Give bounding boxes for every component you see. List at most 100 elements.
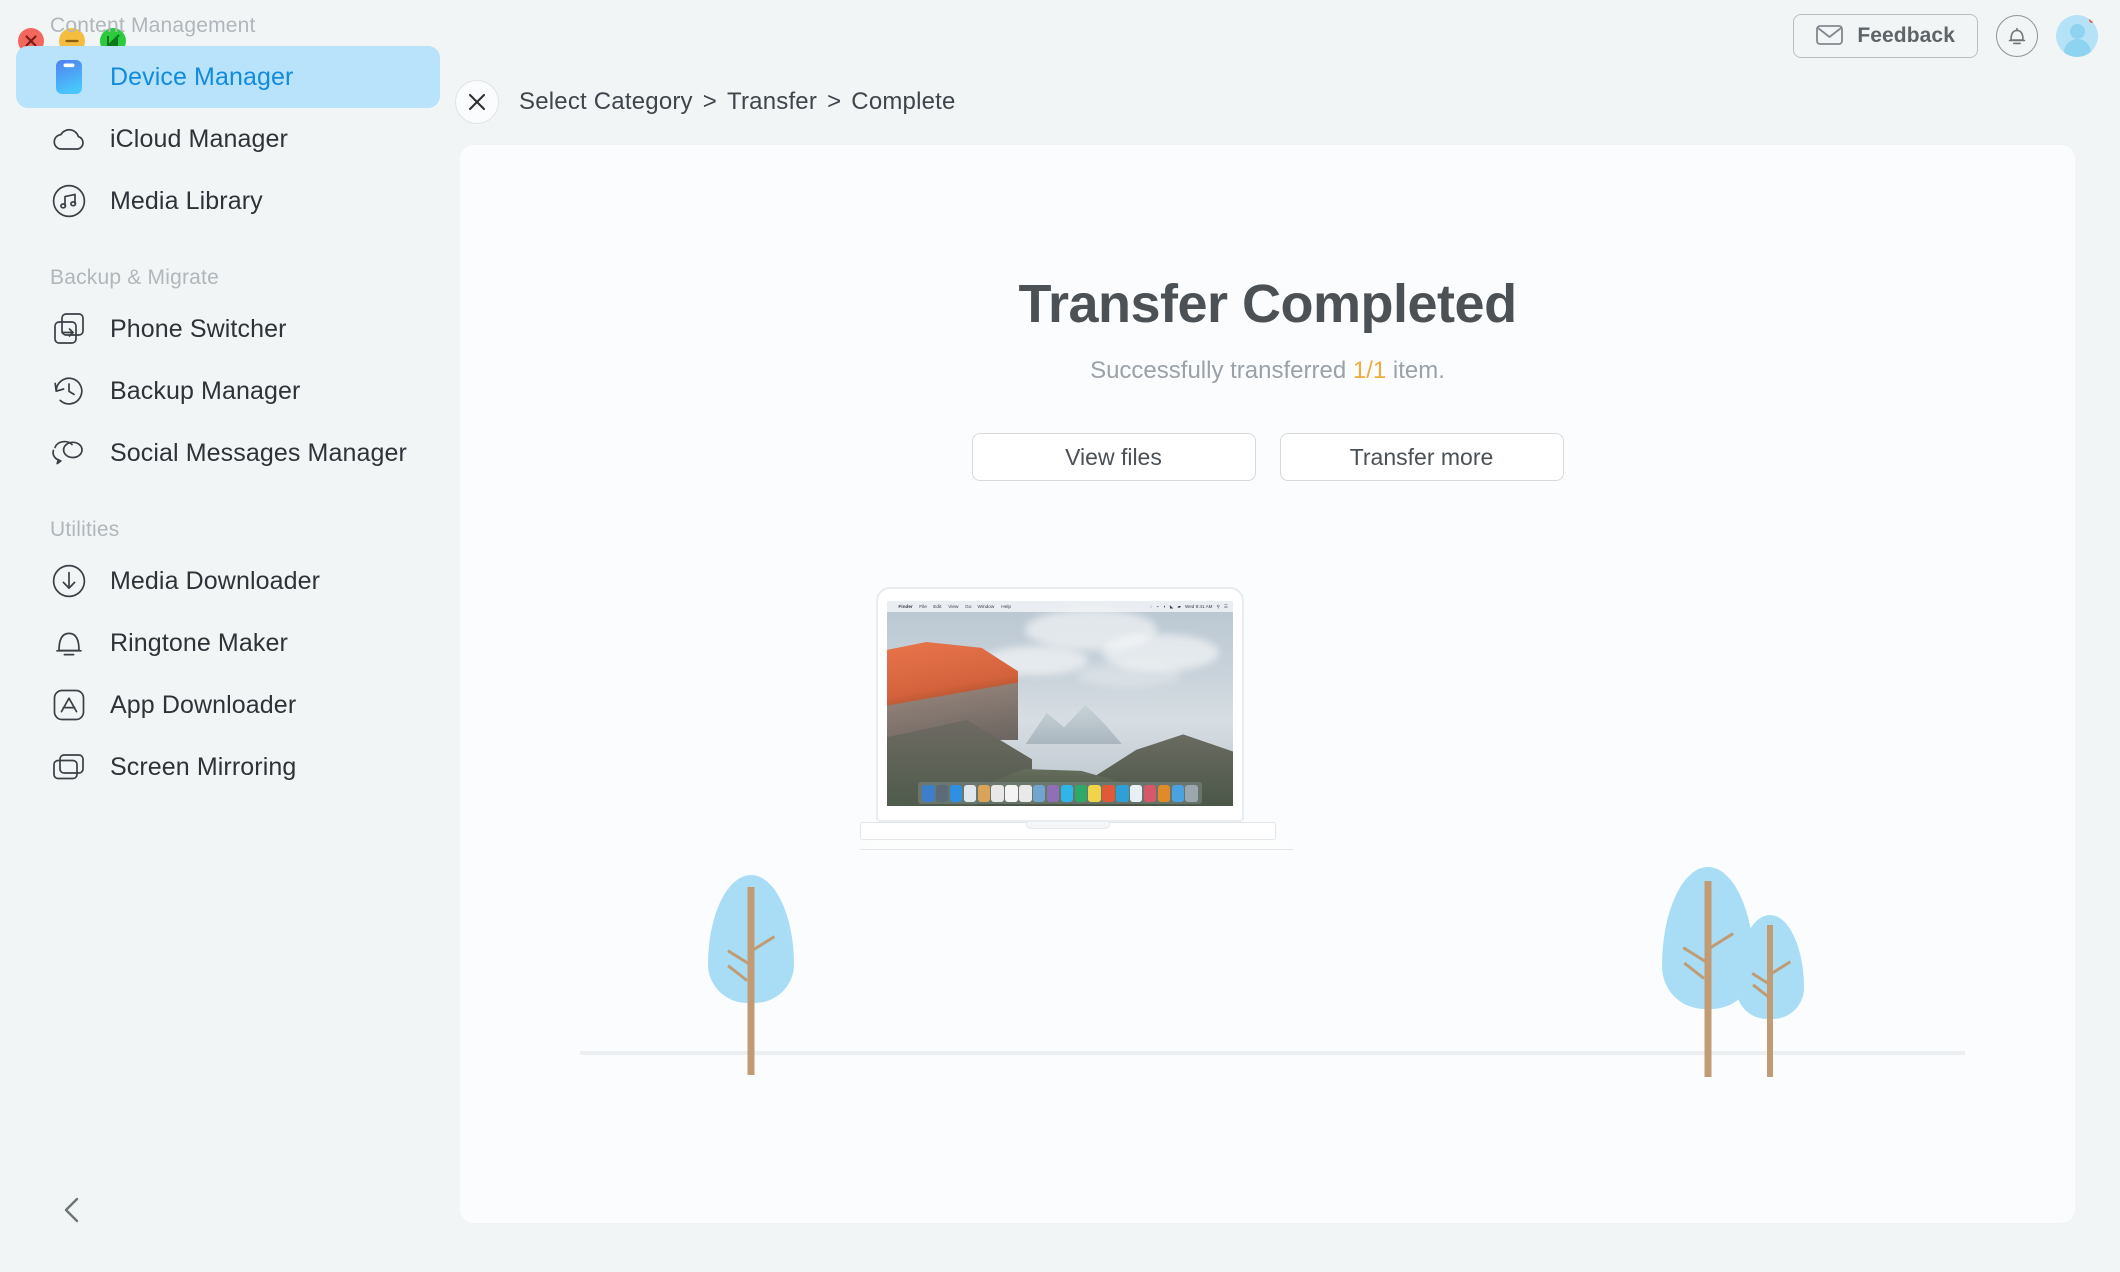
laptop-base [860, 822, 1276, 840]
avatar-body [2063, 39, 2091, 57]
dock-icon [1185, 784, 1198, 802]
chevron-left-icon [64, 1197, 79, 1223]
menubar-status-area: ◌ ⌁ ◗ ◣ ▰ Wed 9:41 AM ⚲ ☰ [1150, 604, 1228, 610]
dock-icon [922, 784, 935, 802]
dock-icon [977, 784, 990, 802]
menubar-item-finder: Finder [898, 603, 913, 610]
status-suffix: item. [1386, 357, 1445, 384]
tree-left [696, 875, 806, 1075]
wifi-icon: ◗ [1163, 604, 1166, 609]
sidebar-item-label: iCloud Manager [110, 124, 288, 153]
sidebar-item-device-manager[interactable]: Device Manager [16, 46, 440, 108]
breadcrumb-step-2[interactable]: Complete [851, 88, 955, 116]
envelope-icon [1816, 24, 1844, 48]
laptop-lid: Finder File Edit View Go Window Help ◌ ⌁ ◗ ◣ ▰… [876, 587, 1244, 822]
dock-icon [1143, 784, 1157, 802]
siri-icon: ☰ [1223, 603, 1228, 609]
status-text: Successfully transferred 1/1 item. [460, 357, 2075, 385]
sidebar-item-phone-switcher[interactable]: Phone Switcher [16, 298, 440, 360]
dock-icon [1046, 784, 1060, 802]
menubar-item-file: File [919, 603, 928, 610]
tree-trunk [1767, 925, 1773, 1077]
sidebar-group-title: Content Management [50, 14, 256, 37]
content-card: Transfer Completed Successfully transfer… [460, 145, 2075, 1223]
view-files-button[interactable]: View files [971, 433, 1256, 481]
dock-icon [991, 784, 1004, 802]
dock-icon [1130, 784, 1143, 802]
macos-menubar: Finder File Edit View Go Window Help ◌ ⌁ ◗ ◣ ▰… [887, 601, 1233, 612]
sidebar-item-icloud-manager[interactable]: iCloud Manager [16, 108, 440, 170]
page-title: Transfer Completed [1018, 274, 1517, 334]
menubar-item-go: Go [964, 603, 972, 610]
desktop-wallpaper [887, 601, 1233, 806]
chat-bubbles-icon [50, 434, 88, 472]
sidebar-item-backup-manager[interactable]: Backup Manager [16, 360, 440, 422]
status-prefix: Successfully transferred [1090, 357, 1353, 384]
menubar-item-help: Help [1001, 603, 1012, 610]
sidebar-item-label: App Downloader [110, 690, 297, 719]
action-buttons: View files Transfer more [460, 433, 2075, 481]
menubar-item-window: Window [977, 603, 995, 610]
dock-icon [1033, 784, 1046, 802]
control-center-icon: ◌ [1149, 604, 1153, 609]
sidebar-item-label: Backup Manager [110, 376, 301, 405]
avatar-badge-dot [2089, 17, 2095, 23]
dock-icon [1102, 784, 1115, 802]
app-window: Feedback Content Management Device Manag… [0, 0, 2120, 1272]
macos-dock [918, 782, 1202, 804]
sidebar-item-screen-mirroring[interactable]: Screen Mirroring [16, 736, 440, 798]
tree-trunk [1704, 881, 1712, 1077]
breadcrumb-steps: Select Category > Transfer > Complete [519, 88, 956, 116]
dock-icon [1019, 784, 1032, 802]
cloud-icon [50, 120, 88, 158]
phone-transfer-icon [50, 310, 88, 348]
download-arrow-circle-icon [50, 562, 88, 600]
clock-restore-icon [50, 372, 88, 410]
screens-stack-icon [50, 748, 88, 786]
transferred-count: 1/1 [1352, 357, 1387, 384]
macbook-with-trees-illustration: Finder File Edit View Go Window Help ◌ ⌁ ◗ ◣ ▰… [460, 475, 2075, 1077]
sidebar: Content Management Device Manager iCloud… [0, 0, 460, 1272]
tree-trunk [747, 887, 755, 1075]
bluetooth-icon: ⌁ [1156, 603, 1160, 609]
sidebar-item-label: Screen Mirroring [110, 752, 297, 781]
close-x-icon[interactable] [455, 80, 499, 124]
breadcrumb: Select Category > Transfer > Complete [455, 80, 956, 124]
dock-icon [1116, 784, 1129, 802]
menubar-item-view: View [948, 603, 959, 610]
breadcrumb-separator: > [702, 88, 717, 115]
breadcrumb-step-1[interactable]: Transfer [727, 88, 817, 116]
tree-right-small [1726, 915, 1814, 1077]
dock-icon [1060, 784, 1074, 802]
music-note-circle-icon [50, 182, 88, 220]
sidebar-item-label: Device Manager [110, 62, 294, 91]
sidebar-collapse-button[interactable] [55, 1193, 89, 1227]
laptop-foot [860, 840, 1294, 850]
sidebar-item-label: Media Library [110, 186, 263, 215]
sidebar-item-media-library[interactable]: Media Library [16, 170, 440, 232]
dock-icon [1005, 784, 1018, 802]
user-avatar[interactable] [2056, 15, 2098, 57]
dock-icon [949, 784, 963, 802]
sidebar-item-app-downloader[interactable]: App Downloader [16, 674, 440, 736]
dock-icon [936, 784, 949, 802]
sidebar-group-title: Utilities [50, 518, 120, 541]
feedback-button[interactable]: Feedback [1793, 14, 1978, 58]
device-phone-icon [50, 58, 88, 96]
feedback-label: Feedback [1857, 24, 1955, 47]
notification-bell-icon[interactable] [1996, 15, 2038, 57]
sidebar-item-media-downloader[interactable]: Media Downloader [16, 550, 440, 612]
cloud [1077, 662, 1182, 688]
sidebar-item-label: Phone Switcher [110, 314, 287, 343]
sidebar-item-ringtone-maker[interactable]: Ringtone Maker [16, 612, 440, 674]
sidebar-item-label: Ringtone Maker [110, 628, 288, 657]
dock-icon [1171, 784, 1184, 802]
header-actions: Feedback [1793, 14, 2098, 58]
breadcrumb-step-0[interactable]: Select Category [519, 88, 693, 116]
sidebar-item-social-messages-manager[interactable]: Social Messages Manager [16, 422, 440, 484]
laptop-notch [1026, 822, 1110, 829]
dock-icon [1088, 784, 1101, 802]
menubar-item-edit: Edit [933, 603, 942, 610]
transfer-more-button[interactable]: Transfer more [1279, 433, 1564, 481]
volume-icon: ◣ [1169, 603, 1174, 609]
